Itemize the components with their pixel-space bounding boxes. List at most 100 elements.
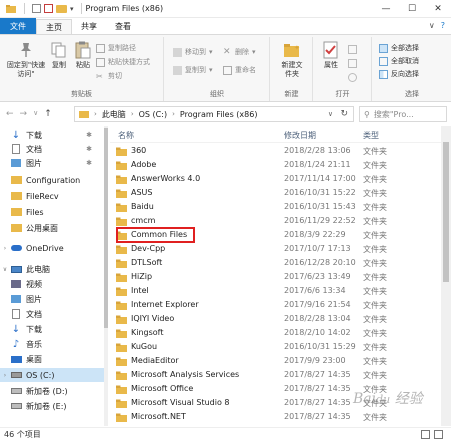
folder-icon [116, 301, 127, 310]
pin-quick-access-button[interactable]: 固定到"快速访问" [4, 41, 48, 79]
chevron-right-icon[interactable]: › [0, 245, 10, 252]
nav-item-pictures[interactable]: 图片 ✱ [0, 156, 104, 170]
tab-home[interactable]: 主页 [36, 19, 72, 34]
organize-group: 移动到 ▾ 复制到 ▾ ✕ 删除 ▾ 重命名 组织 [165, 37, 270, 101]
back-arrow-icon[interactable]: ← [6, 109, 14, 119]
scrollbar-thumb[interactable] [104, 128, 108, 328]
column-header-type[interactable]: 类型 [363, 128, 379, 142]
search-box[interactable]: ⚲ 搜索"Pro... [359, 106, 447, 122]
file-list-scrollbar[interactable] [441, 126, 451, 426]
file-row[interactable]: 360 2018/2/28 13:06 文件夹 [110, 145, 440, 158]
nav-item-videos[interactable]: 视频 [0, 277, 104, 291]
nav-item-configuration[interactable]: Configuration [0, 173, 104, 187]
file-row[interactable]: DTLSoft 2016/12/28 20:10 文件夹 [110, 257, 440, 270]
properties-button[interactable]: 属性 [318, 41, 344, 70]
chevron-down-icon: ▾ [209, 48, 213, 56]
nav-item-music[interactable]: ♪ 音乐 [0, 337, 104, 351]
file-date: 2018/2/10 14:02 [284, 328, 351, 337]
chevron-down-icon[interactable]: ▾ [70, 5, 74, 13]
column-header-name[interactable]: 名称 [118, 128, 134, 142]
invert-selection-button[interactable]: 反向选择 [379, 69, 419, 79]
forward-arrow-icon[interactable]: → [20, 109, 28, 119]
select-none-button[interactable]: 全部取消 [379, 56, 419, 66]
column-header-date[interactable]: 修改日期 [284, 128, 316, 142]
file-row[interactable]: Internet Explorer 2017/9/16 21:54 文件夹 [110, 299, 440, 312]
nav-item-pictures-pc[interactable]: 图片 [0, 292, 104, 306]
breadcrumb-drive[interactable]: OS (C:) [139, 110, 167, 119]
nav-item-drive-d[interactable]: 新加卷 (D:) [0, 384, 104, 398]
file-name: Microsoft Visual Studio 8 [131, 398, 230, 407]
file-row[interactable]: MediaEditor 2017/9/9 23:00 文件夹 [110, 355, 440, 368]
paste-button[interactable]: 粘贴 [72, 41, 94, 70]
properties-icon[interactable] [32, 4, 41, 13]
chevron-right-icon[interactable]: › [0, 372, 10, 379]
folder-icon [116, 147, 127, 156]
nav-item-downloads[interactable]: ↓ 下载 ✱ [0, 128, 104, 142]
move-to-button[interactable]: 移动到 ▾ [173, 47, 213, 57]
recent-chevron-icon[interactable]: ∨ [33, 109, 38, 119]
nav-item-files[interactable]: Files [0, 205, 104, 219]
nav-item-downloads-pc[interactable]: ↓ 下载 [0, 322, 104, 336]
rename-button[interactable]: 重命名 [223, 65, 256, 75]
new-folder-icon[interactable] [56, 4, 67, 13]
large-icons-view-icon[interactable] [434, 430, 443, 439]
folder-icon [10, 223, 22, 233]
breadcrumb-root[interactable]: 此电脑 [102, 109, 126, 120]
file-row[interactable]: Dev-Cpp 2017/10/7 17:13 文件夹 [110, 243, 440, 256]
edit-options[interactable] [348, 59, 357, 68]
file-row[interactable]: Kingsoft 2018/2/10 14:02 文件夹 [110, 327, 440, 340]
copy-to-button[interactable]: 复制到 ▾ [173, 65, 213, 75]
tab-share[interactable]: 共享 [72, 19, 106, 34]
paste-shortcut-button[interactable]: 粘贴快捷方式 [96, 57, 150, 67]
close-button[interactable]: ✕ [425, 0, 451, 18]
file-row[interactable]: AnswerWorks 4.0 2017/11/14 17:00 文件夹 [110, 173, 440, 186]
up-arrow-icon[interactable]: ↑ [44, 109, 52, 119]
delete-button[interactable]: ✕ 删除 ▾ [223, 47, 256, 57]
address-bar[interactable]: › 此电脑 › OS (C:) › Program Files (x86) ∨ … [74, 106, 354, 122]
nav-item-this-pc[interactable]: ∨ 此电脑 [0, 262, 104, 276]
nav-pane-scrollbar[interactable] [104, 126, 108, 426]
tab-view[interactable]: 查看 [106, 19, 140, 34]
nav-item-onedrive[interactable]: › OneDrive [0, 241, 104, 255]
select-all-button[interactable]: 全部选择 [379, 43, 419, 53]
details-view-icon[interactable] [421, 430, 430, 439]
file-row[interactable]: ASUS 2016/10/31 15:22 文件夹 [110, 187, 440, 200]
copy-button[interactable]: 复制 [48, 41, 70, 70]
chevron-down-icon[interactable]: ∨ [328, 110, 333, 118]
refresh-icon[interactable]: ↻ [340, 109, 348, 119]
nav-item-desktop[interactable]: 桌面 [0, 352, 104, 366]
breadcrumb-folder[interactable]: Program Files (x86) [180, 110, 258, 119]
nav-item-public-desktop[interactable]: 公用桌面 [0, 221, 104, 235]
file-row[interactable]: Adobe 2018/1/24 21:11 文件夹 [110, 159, 440, 172]
file-row[interactable]: Intel 2017/6/6 13:34 文件夹 [110, 285, 440, 298]
nav-item-filerecv[interactable]: FileRecv [0, 189, 104, 203]
pin-icon: ✱ [86, 159, 92, 167]
tab-file[interactable]: 文件 [0, 18, 36, 34]
scrollbar-thumb[interactable] [443, 142, 449, 282]
nav-item-documents[interactable]: 文档 ✱ [0, 142, 104, 156]
file-row[interactable]: KuGou 2016/10/31 15:29 文件夹 [110, 341, 440, 354]
file-date: 2018/1/24 21:11 [284, 160, 351, 169]
history-options[interactable] [348, 73, 357, 82]
maximize-button[interactable]: ☐ [399, 0, 425, 18]
new-folder-button[interactable]: ✦ 新建文件夹 [275, 41, 309, 79]
cut-button[interactable]: ✂ 剪切 [96, 71, 122, 81]
nav-item-documents-pc[interactable]: 文档 [0, 307, 104, 321]
chevron-down-icon[interactable]: ∨ [0, 266, 10, 273]
file-row[interactable]: Baidu 2016/10/31 15:43 文件夹 [110, 201, 440, 214]
nav-item-drive-e[interactable]: 新加卷 (E:) [0, 399, 104, 413]
file-date: 2017/8/27 14:35 [284, 384, 351, 393]
nav-item-os-c[interactable]: › OS (C:) [0, 368, 104, 382]
open-options[interactable] [348, 45, 357, 54]
clipboard-group: 固定到"快速访问" 复制 粘贴 复制路径 粘贴快捷方式 ✂ 剪切 剪贴板 [0, 37, 164, 101]
help-icon[interactable]: ? [441, 21, 445, 30]
file-row[interactable]: Microsoft Analysis Services 2017/8/27 14:… [110, 369, 440, 382]
copy-path-button[interactable]: 复制路径 [96, 43, 136, 53]
minimize-button[interactable]: — [373, 0, 399, 18]
expand-ribbon-icon[interactable]: ∨ [429, 21, 435, 30]
file-row[interactable]: HiZip 2017/6/23 13:49 文件夹 [110, 271, 440, 284]
status-bar: 46 个项目 [0, 427, 451, 441]
folder-icon [116, 287, 127, 296]
checkbox-icon[interactable] [44, 4, 53, 13]
file-row[interactable]: IQIYI Video 2018/2/28 13:04 文件夹 [110, 313, 440, 326]
